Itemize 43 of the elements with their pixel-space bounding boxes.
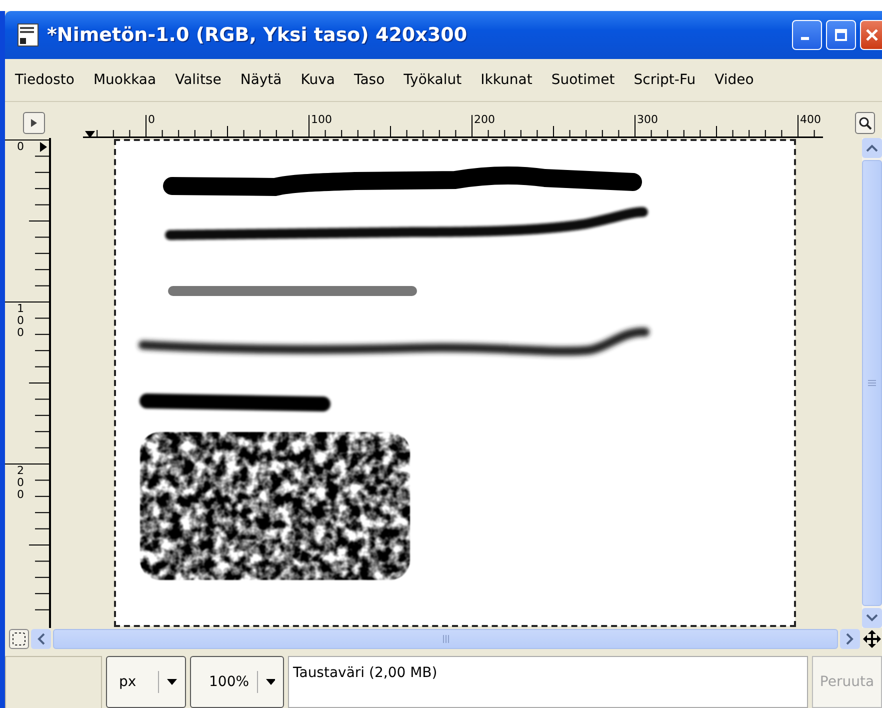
menu-item[interactable]: Script-Fu [634, 72, 696, 88]
maximize-button[interactable] [826, 20, 856, 50]
menu-item[interactable]: Valitse [175, 72, 222, 88]
scroll-up-icon[interactable] [862, 138, 882, 158]
quick-mask-icon[interactable] [9, 629, 29, 649]
ruler-label: 300 [637, 114, 658, 126]
ruler-label: 400 [800, 114, 821, 126]
ruler-label: 0 [17, 141, 25, 154]
scroll-left-icon[interactable] [31, 629, 51, 649]
menu-item[interactable]: Kuva [300, 72, 335, 88]
menu-item[interactable]: Ikkunat [480, 72, 532, 88]
minimize-button[interactable] [792, 20, 822, 50]
scroll-down-icon[interactable] [862, 608, 882, 628]
ruler-label: 100 [17, 303, 25, 340]
menu-item[interactable]: Muokkaa [93, 72, 156, 88]
window-title: *Nimetön-1.0 (RGB, Yksi taso) 420x300 [47, 24, 468, 46]
zoom-dropdown[interactable]: 100% [190, 656, 284, 708]
pointer-marker-icon [40, 142, 47, 152]
pointer-marker-icon [85, 131, 95, 138]
menu-item[interactable]: Näytä [240, 72, 282, 88]
navigate-button[interactable] [23, 112, 45, 134]
menu-item[interactable]: Suotimet [551, 72, 615, 88]
menu-item[interactable]: Taso [354, 72, 385, 88]
scroll-right-icon[interactable] [840, 629, 860, 649]
unit-dropdown[interactable]: px [106, 656, 186, 708]
caret-icon [167, 679, 177, 685]
menu-item[interactable]: Video [714, 72, 754, 88]
minimize-icon [801, 37, 809, 40]
ruler-label: 100 [311, 114, 332, 126]
document-icon [17, 23, 39, 47]
ruler-label: 200 [17, 465, 25, 502]
menu-item[interactable]: Tiedosto [15, 72, 74, 88]
close-icon [864, 28, 878, 42]
move-arrows-icon[interactable] [863, 630, 881, 648]
status-message: Taustaväri (2,00 MB) [288, 656, 808, 708]
menu-item[interactable]: Työkalut [404, 72, 462, 88]
play-icon [29, 118, 39, 128]
zoom-icon[interactable] [855, 112, 875, 134]
ruler-label: 200 [474, 114, 495, 126]
caret-icon [266, 679, 275, 685]
maximize-icon [834, 28, 848, 42]
ruler-label: 0 [148, 114, 155, 126]
close-button[interactable] [860, 20, 882, 50]
